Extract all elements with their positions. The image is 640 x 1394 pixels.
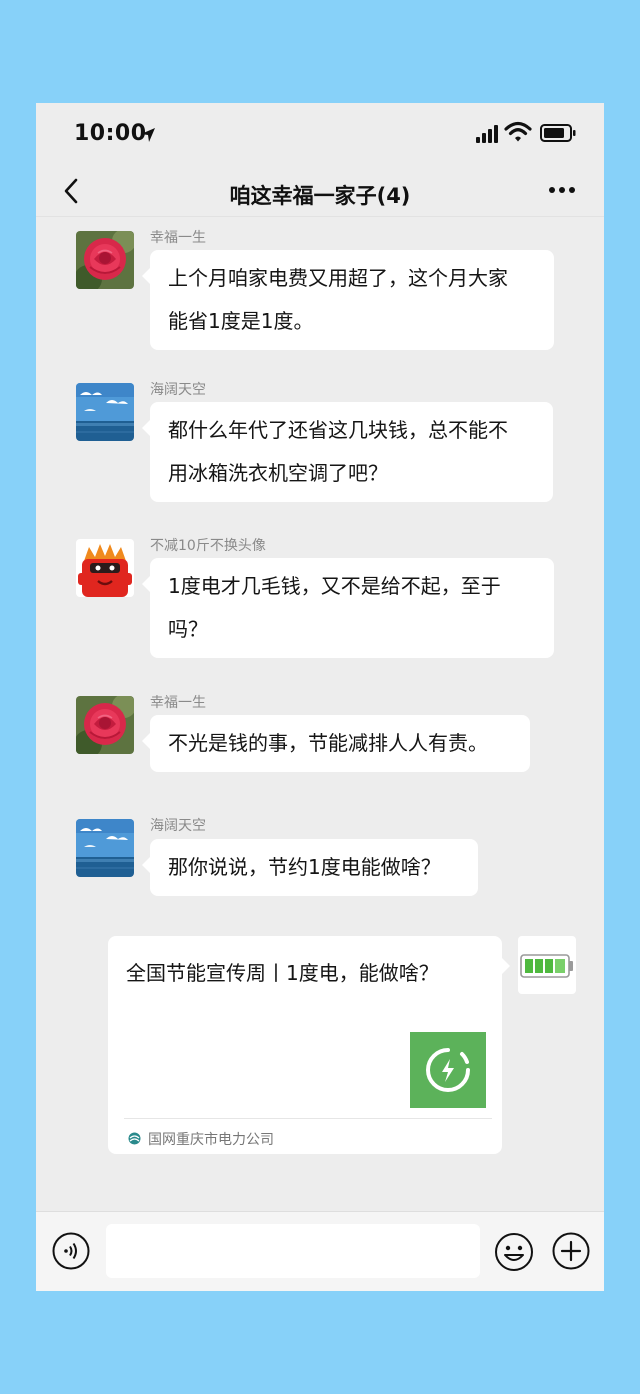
card-thumbnail [410, 1032, 486, 1108]
sender-name: 不减10斤不换头像 [150, 538, 266, 554]
message-line: 吗？ [168, 617, 208, 641]
message-line: 不光是钱的事，节能减排人人有责。 [168, 731, 488, 755]
message-line: 用冰箱洗衣机空调了吧？ [168, 461, 388, 485]
emoji-icon[interactable] [494, 1232, 534, 1272]
sender-name: 幸福一生 [150, 695, 206, 711]
sender-name: 海阔天空 [150, 382, 206, 398]
wifi-icon [504, 121, 532, 142]
more-dots-icon[interactable] [548, 185, 576, 195]
message-line: 那你说说，节约1度电能做啥？ [168, 855, 441, 879]
nav-bar: 咱这幸福一家子(4) [36, 163, 604, 217]
message-bubble[interactable]: 1度电才几毛钱，又不是给不起，至于 吗？ [142, 558, 554, 658]
red-rose-avatar[interactable] [76, 231, 134, 289]
card-divider [124, 1118, 492, 1119]
red-rose-avatar[interactable] [76, 696, 134, 754]
sender-name: 海阔天空 [150, 818, 206, 834]
sea-sky-avatar[interactable] [76, 383, 134, 441]
status-time: 10:00 [74, 121, 147, 146]
message-input[interactable] [106, 1224, 480, 1278]
message-line: 1度电才几毛钱，又不是给不起，至于 [168, 574, 501, 598]
card-title: 全国节能宣传周丨1度电，能做啥？ [126, 961, 439, 985]
sender-name: 幸福一生 [150, 230, 206, 246]
message-bubble[interactable]: 都什么年代了还省这几块钱，总不能不 用冰箱洗衣机空调了吧？ [142, 402, 553, 502]
battery-avatar[interactable] [518, 936, 576, 994]
red-cartoon-avatar[interactable] [76, 539, 134, 597]
state-grid-logo-icon [128, 1132, 141, 1145]
plus-icon[interactable] [552, 1232, 590, 1270]
chat-screen: 10:00 咱这幸福一家子(4) 幸福一生 上个月咱家电费又用超了，这个月大家 … [36, 103, 604, 1291]
message-line: 都什么年代了还省这几块钱，总不能不 [168, 418, 508, 442]
voice-icon[interactable] [52, 1232, 90, 1270]
chat-title: 咱这幸福一家子(4) [229, 184, 411, 208]
input-bar [36, 1211, 604, 1291]
message-bubble[interactable]: 上个月咱家电费又用超了，这个月大家 能省1度是1度。 [142, 250, 554, 350]
message-bubble[interactable]: 不光是钱的事，节能减排人人有责。 [142, 715, 530, 772]
battery-icon [540, 124, 576, 142]
message-bubble[interactable]: 那你说说，节约1度电能做啥？ [142, 839, 478, 896]
location-arrow-icon [141, 128, 155, 142]
shared-link-card[interactable]: 全国节能宣传周丨1度电，能做啥？ 国网重庆市电力公司 [108, 936, 510, 1154]
message-line: 能省1度是1度。 [168, 309, 314, 333]
signal-icon [476, 125, 498, 143]
status-bar: 10:00 [36, 103, 604, 163]
sea-sky-avatar[interactable] [76, 819, 134, 877]
card-source: 国网重庆市电力公司 [148, 1132, 274, 1148]
message-line: 上个月咱家电费又用超了，这个月大家 [168, 266, 508, 290]
lightning-circle-icon [426, 1048, 470, 1092]
